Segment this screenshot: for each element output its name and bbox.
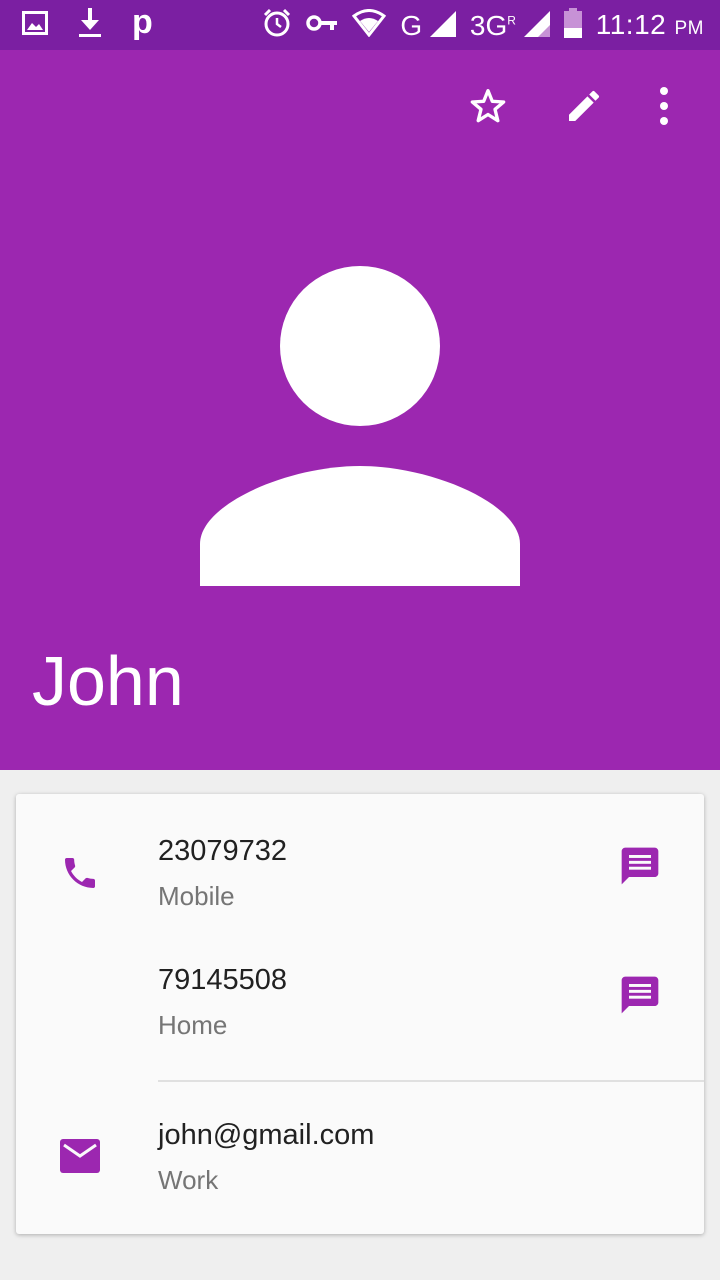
- edit-pencil-icon: [569, 90, 600, 121]
- phone-type: Home: [158, 1010, 228, 1040]
- phone-row-home[interactable]: 79145508 Home: [16, 957, 704, 1057]
- network-3g-label: 3G: [469, 9, 508, 41]
- clock-ampm: PM: [674, 18, 704, 39]
- email-type: Work: [158, 1165, 219, 1195]
- email-address: john@gmail.com: [158, 1119, 375, 1151]
- email-row[interactable]: john@gmail.com Work: [16, 1112, 704, 1212]
- phone-number: 79145508: [158, 964, 288, 996]
- edit-button[interactable]: [560, 82, 608, 130]
- status-bar-right: G 3GR 11:12 PM: [262, 7, 704, 43]
- network-g-label: G: [400, 9, 423, 41]
- more-vert-icon: [660, 87, 668, 125]
- more-options-button[interactable]: [640, 82, 688, 130]
- phone-type: Mobile: [158, 881, 235, 911]
- clock: 11:12 PM: [596, 11, 704, 39]
- download-icon: [78, 7, 102, 43]
- email-icon: [58, 1134, 102, 1178]
- battery-icon: [563, 7, 582, 43]
- p-notification-icon: p: [132, 3, 153, 41]
- contact-details-card: 23079732 Mobile 79145508 Home john@gmail…: [16, 794, 704, 1234]
- phone-row-mobile[interactable]: 23079732 Mobile: [16, 828, 704, 928]
- contact-header: John: [0, 50, 720, 770]
- status-bar-left: p: [22, 3, 153, 43]
- phone-icon: [58, 851, 102, 895]
- send-message-button[interactable]: [616, 842, 664, 890]
- star-icon: [470, 89, 506, 123]
- person-placeholder-icon: [200, 266, 520, 586]
- contact-name: John: [32, 642, 184, 720]
- phone-number: 23079732: [158, 835, 288, 867]
- roaming-label: R: [507, 13, 516, 28]
- message-icon: [621, 976, 659, 1014]
- vpn-key-icon: [306, 13, 338, 38]
- favorite-button[interactable]: [464, 82, 512, 130]
- signal-g-icon: G: [400, 9, 456, 41]
- clock-time: 11:12: [595, 9, 667, 40]
- image-icon: [22, 10, 48, 40]
- section-divider: [158, 1080, 704, 1082]
- message-icon: [621, 847, 659, 885]
- status-bar: p G 3GR 11:12 PM: [0, 0, 720, 50]
- send-message-button[interactable]: [616, 971, 664, 1019]
- alarm-icon: [262, 8, 292, 43]
- signal-3g-roaming-icon: 3GR: [469, 9, 550, 41]
- wifi-icon: [352, 8, 387, 42]
